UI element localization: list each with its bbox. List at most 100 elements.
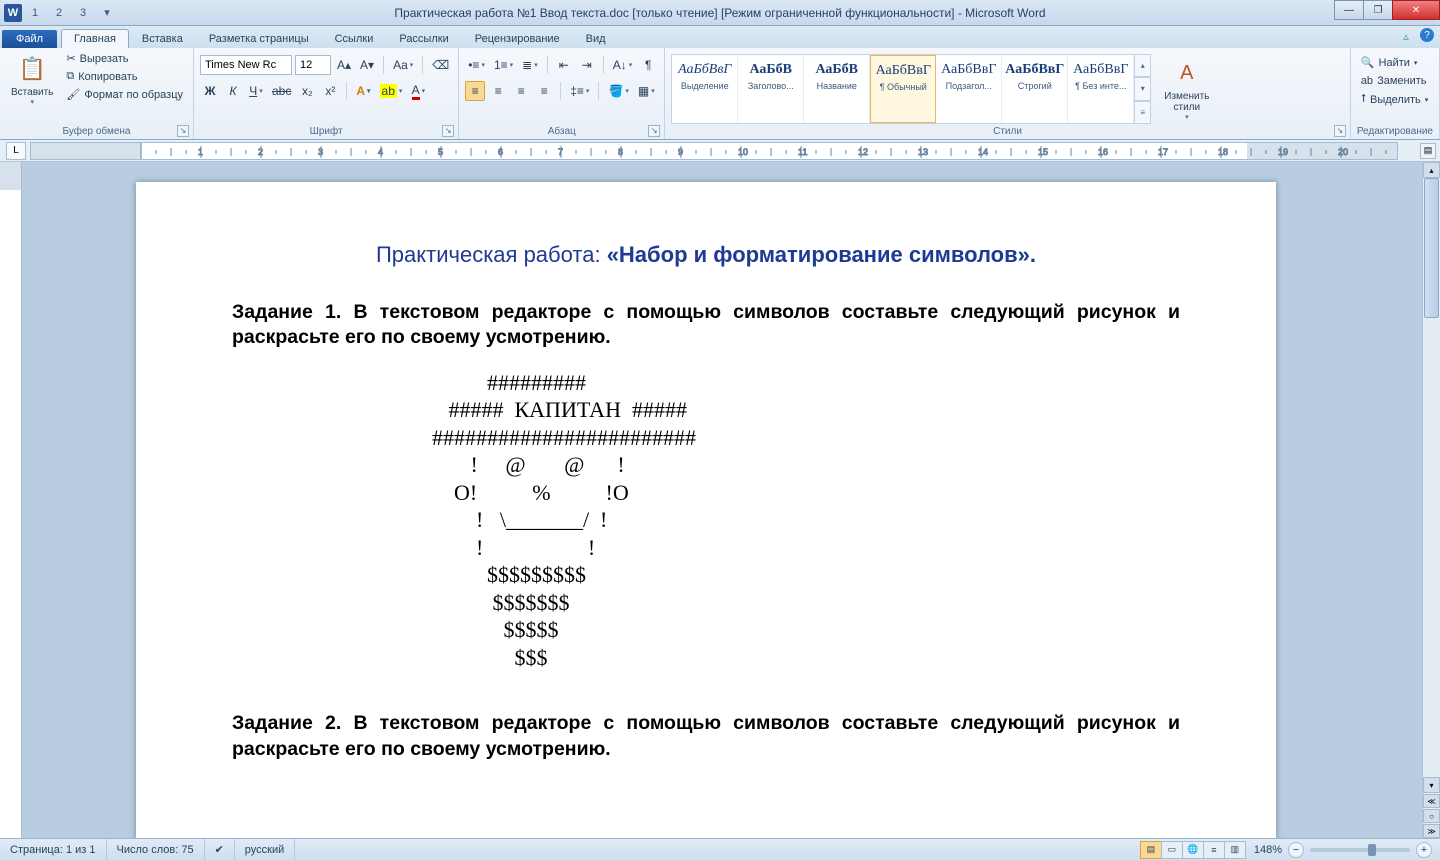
tab-mailings[interactable]: Рассылки	[386, 29, 461, 48]
browse-object[interactable]: ○	[1423, 809, 1440, 823]
gallery-more[interactable]: ≡	[1135, 101, 1151, 124]
superscript-button[interactable]: x²	[320, 81, 340, 101]
tab-page-layout[interactable]: Разметка страницы	[196, 29, 322, 48]
clipboard-launcher[interactable]: ↘	[177, 125, 189, 137]
multilevel-list-button[interactable]: ≣	[519, 55, 541, 75]
view-full-screen[interactable]: ▭	[1161, 841, 1183, 859]
italic-button[interactable]: К	[223, 81, 243, 101]
sort-button[interactable]: A↓	[610, 55, 636, 75]
view-print-layout[interactable]: ▤	[1140, 841, 1162, 859]
prev-page[interactable]: ≪	[1423, 794, 1440, 808]
qat-btn-1[interactable]: 1	[24, 3, 46, 23]
document-area: Практическая работа: «Набор и форматиров…	[0, 162, 1440, 838]
change-styles-button[interactable]: A Изменить стили ▾	[1159, 54, 1214, 124]
minimize-button[interactable]: —	[1334, 0, 1364, 20]
tab-selector[interactable]: L	[6, 142, 26, 160]
gallery-up[interactable]: ▴	[1135, 54, 1151, 77]
scroll-down[interactable]: ▾	[1423, 777, 1440, 793]
align-center-button[interactable]: ≡	[488, 81, 508, 101]
show-marks-button[interactable]: ¶	[638, 55, 658, 75]
clear-formatting-button[interactable]: ⌫	[429, 55, 452, 75]
shrink-font-button[interactable]: A▾	[357, 55, 377, 75]
tab-references[interactable]: Ссылки	[322, 29, 387, 48]
svg-text:20: 20	[1338, 147, 1348, 157]
align-left-button[interactable]: ≡	[465, 81, 485, 101]
maximize-button[interactable]: ❐	[1363, 0, 1393, 20]
font-color-button[interactable]: A	[408, 81, 428, 101]
style-heading[interactable]: АаБбВЗаголово...	[738, 55, 804, 123]
grow-font-button[interactable]: A▴	[334, 55, 354, 75]
borders-button[interactable]: ▦	[635, 81, 658, 101]
style-subtitle[interactable]: АаБбВвГПодзагол...	[936, 55, 1002, 123]
status-proofing[interactable]: ✔	[205, 839, 235, 860]
increase-indent-button[interactable]: ⇥	[577, 55, 597, 75]
page[interactable]: Практическая работа: «Набор и форматиров…	[136, 182, 1276, 838]
view-outline[interactable]: ≡	[1203, 841, 1225, 859]
shading-button[interactable]: 🪣	[605, 81, 631, 101]
style-strong[interactable]: АаБбВвГСтрогий	[1002, 55, 1068, 123]
change-case-button[interactable]: Aa	[390, 55, 416, 75]
font-launcher[interactable]: ↘	[442, 125, 454, 137]
status-words[interactable]: Число слов: 75	[107, 839, 205, 860]
horizontal-ruler[interactable]: 1234567891011121314151617181920	[30, 142, 1398, 160]
tab-file[interactable]: Файл	[2, 30, 57, 48]
qat-customize[interactable]: ▾	[96, 3, 118, 23]
scroll-track[interactable]	[1423, 178, 1440, 790]
qat-btn-3[interactable]: 3	[72, 3, 94, 23]
styles-launcher[interactable]: ↘	[1334, 125, 1346, 137]
copy-icon: ⧉	[66, 70, 74, 83]
help-icon[interactable]: ?	[1420, 28, 1434, 42]
find-button[interactable]: 🔍Найти ▾	[1357, 54, 1432, 71]
paragraph-launcher[interactable]: ↘	[648, 125, 660, 137]
justify-button[interactable]: ≡	[534, 81, 554, 101]
word-app-icon[interactable]: W	[4, 4, 22, 22]
replace-button[interactable]: abЗаменить	[1357, 73, 1432, 89]
close-button[interactable]: ✕	[1392, 0, 1440, 20]
zoom-level[interactable]: 148%	[1254, 844, 1282, 856]
strikethrough-button[interactable]: abc	[269, 81, 294, 101]
gallery-down[interactable]: ▾	[1135, 77, 1151, 100]
minimize-ribbon-icon[interactable]: ▵	[1398, 28, 1414, 44]
copy-button[interactable]: ⧉Копировать	[62, 68, 187, 85]
zoom-slider[interactable]	[1310, 848, 1410, 852]
paste-button[interactable]: 📋 Вставить ▾	[6, 50, 58, 109]
highlight-button[interactable]: ab	[377, 81, 406, 101]
align-right-button[interactable]: ≡	[511, 81, 531, 101]
font-size-input[interactable]	[295, 55, 331, 75]
tab-review[interactable]: Рецензирование	[462, 29, 573, 48]
view-draft[interactable]: ▥	[1224, 841, 1246, 859]
select-button[interactable]: ⭡Выделить ▾	[1357, 91, 1432, 108]
ruler-toggle[interactable]: ▤	[1420, 143, 1436, 159]
style-normal[interactable]: АаБбВвГ¶ Обычный	[870, 55, 936, 123]
status-language[interactable]: русский	[235, 839, 295, 860]
zoom-in[interactable]: +	[1416, 842, 1432, 858]
qat-btn-2[interactable]: 2	[48, 3, 70, 23]
format-painter-button[interactable]: 🖌Формат по образцу	[62, 86, 187, 103]
scroll-thumb[interactable]	[1424, 178, 1439, 318]
bullets-button[interactable]: •≡	[465, 55, 488, 75]
tab-view[interactable]: Вид	[573, 29, 619, 48]
decrease-indent-button[interactable]: ⇤	[554, 55, 574, 75]
underline-button[interactable]: Ч	[246, 81, 266, 101]
view-web-layout[interactable]: 🌐	[1182, 841, 1204, 859]
cut-button[interactable]: ✂Вырезать	[62, 50, 187, 67]
bold-button[interactable]: Ж	[200, 81, 220, 101]
style-emphasis[interactable]: АаБбВвГВыделение	[672, 55, 738, 123]
next-page[interactable]: ≫	[1423, 824, 1440, 838]
zoom-out[interactable]: −	[1288, 842, 1304, 858]
zoom-handle[interactable]	[1368, 844, 1376, 856]
status-page[interactable]: Страница: 1 из 1	[0, 839, 107, 860]
line-spacing-button[interactable]: ‡≡	[567, 81, 592, 101]
subscript-button[interactable]: x₂	[297, 81, 317, 101]
style-title[interactable]: АаБбВНазвание	[804, 55, 870, 123]
style-no-spacing[interactable]: АаБбВвГ¶ Без инте...	[1068, 55, 1134, 123]
font-name-input[interactable]	[200, 55, 292, 75]
tab-home[interactable]: Главная	[61, 29, 129, 48]
window-controls: — ❐ ✕	[1335, 0, 1440, 20]
title-bar: W 1 2 3 ▾ Практическая работа №1 Ввод те…	[0, 0, 1440, 26]
numbering-button[interactable]: 1≡	[491, 55, 516, 75]
vertical-ruler[interactable]	[0, 162, 22, 838]
text-effects-button[interactable]: A	[353, 81, 373, 101]
scroll-up[interactable]: ▴	[1423, 162, 1440, 178]
tab-insert[interactable]: Вставка	[129, 29, 196, 48]
